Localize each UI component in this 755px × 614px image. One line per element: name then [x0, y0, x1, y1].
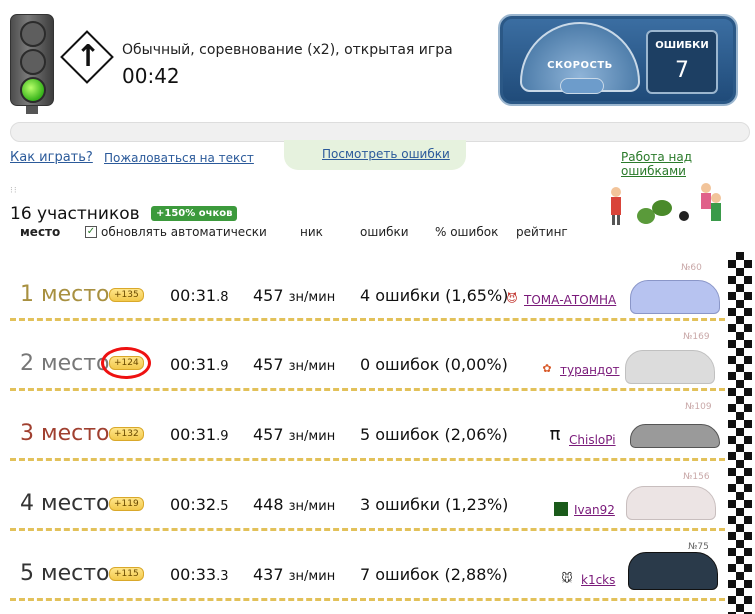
- error-stats: 4 ошибки (1,65%): [360, 286, 508, 305]
- flower-icon: ✿: [540, 362, 554, 376]
- car-number: №169: [683, 332, 710, 342]
- place-label: 2 место: [20, 351, 110, 376]
- finish-time: 00:31.9: [170, 355, 229, 374]
- place-label: 3 место: [20, 421, 110, 446]
- row-divider: [10, 458, 725, 461]
- auto-update-checkbox[interactable]: ✓: [85, 226, 97, 238]
- row-divider: [10, 318, 725, 321]
- finish-time: 00:31.9: [170, 425, 229, 444]
- player-car: [630, 280, 720, 314]
- player-car: [626, 486, 716, 520]
- typing-input[interactable]: [10, 122, 750, 142]
- work-on-errors-link[interactable]: Работа над ошибками: [621, 150, 755, 178]
- row-divider: [10, 528, 725, 531]
- pi-icon: π: [548, 428, 562, 442]
- points-badge: +124: [109, 356, 144, 370]
- finish-time: 00:33.3: [170, 565, 229, 584]
- column-rating: рейтинг: [516, 225, 568, 239]
- error-stats: 5 ошибок (2,06%): [360, 425, 508, 444]
- player-car: [630, 424, 720, 448]
- column-error-percent: % ошибок: [435, 225, 498, 239]
- player-nick[interactable]: Ivan92: [574, 503, 615, 517]
- game-type: Обычный, соревнование (x2), открытая игр…: [122, 42, 453, 58]
- row-divider: [10, 598, 725, 601]
- traffic-lamp-red: [20, 21, 46, 47]
- column-nick: ник: [300, 225, 323, 239]
- traffic-lamp-yellow: [20, 49, 46, 75]
- row-divider: [10, 388, 725, 391]
- player-nick[interactable]: турандот: [560, 363, 620, 377]
- typing-speed: 437 зн/мин: [253, 565, 335, 584]
- spectators-icon: [606, 180, 726, 230]
- points-badge: +115: [109, 567, 144, 581]
- auto-update-label: обновлять автоматически: [101, 225, 267, 239]
- place-label: 4 место: [20, 491, 110, 516]
- error-stats: 0 ошибок (0,00%): [360, 355, 508, 374]
- column-errors: ошибки: [360, 225, 409, 239]
- player-nick[interactable]: k1cks: [581, 573, 615, 587]
- error-stats: 3 ошибки (1,23%): [360, 495, 508, 514]
- traffic-lamp-green: [20, 77, 46, 103]
- matrix-icon: [554, 502, 568, 516]
- car-number: №109: [685, 402, 712, 412]
- car-number: №60: [681, 263, 702, 273]
- error-stats: 7 ошибок (2,88%): [360, 565, 508, 584]
- points-badge: +135: [109, 288, 144, 302]
- player-nick[interactable]: ТОМА-АТОМНА: [524, 293, 616, 307]
- car-number: №156: [683, 472, 710, 482]
- traffic-light-base: [26, 106, 38, 114]
- drag-handle-icon: ⁝⁝: [10, 186, 18, 196]
- race-timer: 00:42: [122, 64, 180, 88]
- points-badge: +119: [109, 497, 144, 511]
- typing-speed: 457 зн/мин: [253, 286, 335, 305]
- errors-label: ОШИБКИ: [646, 40, 718, 51]
- view-errors-link[interactable]: Посмотреть ошибки: [322, 147, 450, 161]
- complain-link[interactable]: Пожаловаться на текст: [104, 151, 254, 165]
- column-place: место: [20, 225, 60, 239]
- errors-count: 7: [646, 58, 718, 83]
- bonus-badge: +150% очков: [151, 206, 237, 221]
- player-nick[interactable]: ChisloPi: [569, 433, 616, 447]
- points-badge: +132: [109, 427, 144, 441]
- finish-flag: [728, 252, 752, 614]
- player-car: [628, 552, 718, 590]
- typing-speed: 457 зн/мин: [253, 355, 335, 374]
- speedometer-knob: [560, 78, 604, 94]
- traffic-light: [10, 14, 54, 106]
- typing-speed: 448 зн/мин: [253, 495, 335, 514]
- finish-time: 00:32.5: [170, 495, 229, 514]
- player-car: [625, 350, 715, 384]
- devil-icon: 😈: [505, 292, 519, 306]
- how-to-play-link[interactable]: Как играть?: [10, 150, 93, 165]
- mouse-icon: 🐭: [560, 572, 574, 586]
- typing-speed: 457 зн/мин: [253, 425, 335, 444]
- participants-count: 16 участников: [10, 204, 140, 224]
- place-label: 1 место: [20, 282, 110, 307]
- car-number: №75: [688, 542, 709, 552]
- place-label: 5 место: [20, 561, 110, 586]
- finish-time: 00:31.8: [170, 286, 229, 305]
- speedometer-label: СКОРОСТЬ: [540, 60, 620, 71]
- up-arrow-icon: ↑: [68, 36, 108, 78]
